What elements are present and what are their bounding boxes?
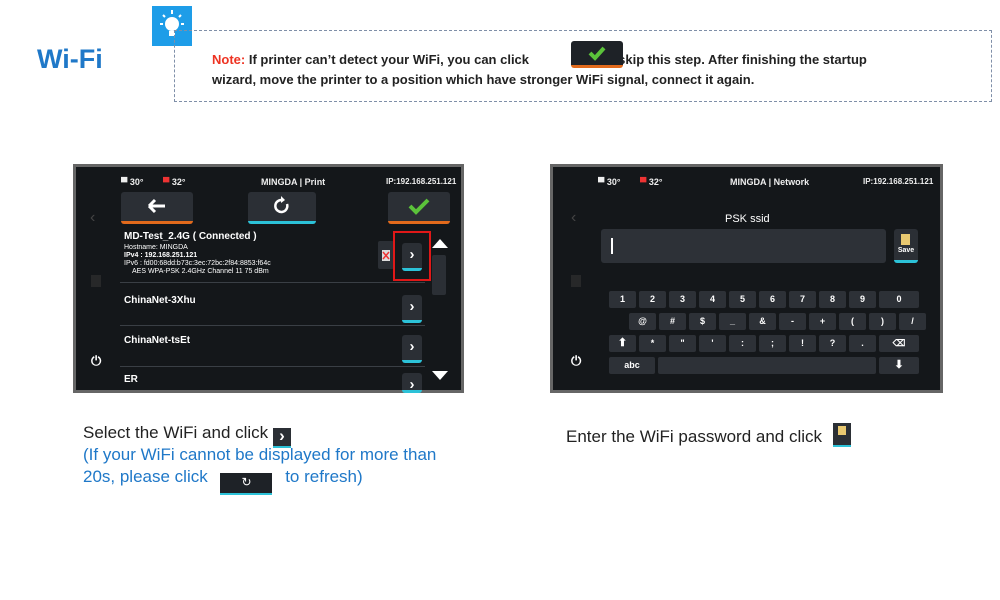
key-asterisk[interactable]: * — [639, 335, 666, 352]
key-1[interactable]: 1 — [609, 291, 636, 308]
key-question[interactable]: ? — [819, 335, 846, 352]
bed-temp: ▀ 32° — [640, 177, 663, 187]
scroll-up-icon[interactable] — [432, 239, 448, 248]
back-button[interactable] — [121, 192, 193, 224]
ip-address: IP:192.168.251.121 — [863, 177, 934, 186]
caption-left-text: Select the WiFi and click — [83, 423, 269, 442]
key-quote[interactable]: " — [669, 335, 696, 352]
key-apostrophe[interactable]: ' — [699, 335, 726, 352]
key-lparen[interactable]: ( — [839, 313, 866, 330]
caption-right-line1: Enter the WiFi password and click — [566, 423, 851, 447]
divider — [120, 325, 425, 326]
key-5[interactable]: 5 — [729, 291, 756, 308]
caption-left-line3a: 20s, please click — [83, 467, 208, 486]
bed-temp: ▀ 32° — [163, 177, 186, 187]
app-grid-icon[interactable] — [91, 275, 101, 287]
divider — [120, 366, 425, 367]
key-slash[interactable]: / — [899, 313, 926, 330]
key-7[interactable]: 7 — [789, 291, 816, 308]
wifi-item-2[interactable]: ChinaNet-tsEt — [124, 335, 190, 346]
caption-right-text: Enter the WiFi password and click — [566, 427, 823, 446]
key-hash[interactable]: # — [659, 313, 686, 330]
refresh-button[interactable] — [248, 192, 316, 224]
page-title: Wi-Fi — [37, 44, 103, 74]
save-icon — [901, 234, 910, 245]
psk-label: PSK ssid — [725, 213, 770, 225]
caption-left-line2: (If your WiFi cannot be displayed for mo… — [83, 445, 437, 464]
wifi-list-screen: ▀ 30° ▀ 32° MINGDA | Print IP:192.168.25… — [73, 164, 464, 393]
app-title: MINGDA | Network — [730, 177, 810, 187]
scrollbar[interactable] — [432, 255, 446, 295]
key-exclamation[interactable]: ! — [789, 335, 816, 352]
key-6[interactable]: 6 — [759, 291, 786, 308]
password-screen: ▀ 30° ▀ 32° MINGDA | Network IP:192.168.… — [550, 164, 943, 393]
key-underscore[interactable]: _ — [719, 313, 746, 330]
key-2[interactable]: 2 — [639, 291, 666, 308]
wifi-item-1-button[interactable]: › — [402, 295, 422, 323]
note-text-b: to skip this step. After finishing the s… — [602, 52, 867, 67]
save-icon — [832, 423, 851, 447]
caption-left-line3: 20s, please click ↻ to refresh) — [83, 467, 363, 495]
ipv6: IPv6 : fd00:68dd:b73c:3ec:72bc:2f84:8853… — [124, 260, 271, 267]
connected-wifi-name[interactable]: MD-Test_2.4G ( Connected ) — [124, 231, 257, 242]
key-minus[interactable]: - — [779, 313, 806, 330]
key-9[interactable]: 9 — [849, 291, 876, 308]
note-line2: wizard, move the printer to a position w… — [212, 72, 755, 87]
key-plus[interactable]: + — [809, 313, 836, 330]
note-line1: Note: If printer can’t detect your WiFi,… — [212, 52, 867, 67]
backspace-key[interactable]: ⌫ — [879, 335, 919, 352]
delete-wifi-button[interactable] — [378, 241, 394, 269]
key-8[interactable]: 8 — [819, 291, 846, 308]
wifi-item-3[interactable]: ER — [124, 374, 138, 385]
highlight-box — [393, 231, 431, 281]
save-button[interactable]: Save — [894, 229, 918, 263]
app-grid-icon[interactable] — [571, 275, 581, 287]
wifi-item-1[interactable]: ChinaNet-3Xhu — [124, 295, 196, 306]
note-label: Note: — [212, 52, 246, 67]
wifi-item-2-button[interactable]: › — [402, 335, 422, 363]
refresh-icon: ↻ — [220, 473, 273, 495]
skip-check-button-illustration — [571, 41, 623, 68]
back-chevron-icon[interactable]: ‹ — [90, 209, 95, 227]
key-at[interactable]: @ — [629, 313, 656, 330]
power-icon[interactable]: ⏻ — [91, 353, 101, 369]
shift-key[interactable]: ⬆ — [609, 335, 636, 352]
save-label: Save — [897, 247, 915, 254]
scroll-down-icon[interactable] — [432, 371, 448, 380]
divider — [120, 282, 425, 283]
caption-left-line3b: to refresh) — [285, 467, 363, 486]
key-period[interactable]: . — [849, 335, 876, 352]
wifi-details: AES WPA-PSK 2.4GHz Channel 11 75 dBm — [132, 268, 269, 275]
hostname: Hostname: MINGDA — [124, 244, 188, 251]
power-icon[interactable]: ⏻ — [571, 353, 581, 369]
key-dollar[interactable]: $ — [689, 313, 716, 330]
text-cursor — [611, 238, 613, 254]
key-colon[interactable]: : — [729, 335, 756, 352]
key-semicolon[interactable]: ; — [759, 335, 786, 352]
back-chevron-icon[interactable]: ‹ — [571, 209, 576, 227]
password-input[interactable] — [601, 229, 886, 263]
key-0[interactable]: 0 — [879, 291, 919, 308]
enter-key[interactable]: ⬇ — [879, 357, 919, 374]
ipv4: IPv4 : 192.168.251.121 — [124, 252, 198, 259]
space-key[interactable] — [658, 357, 876, 374]
key-ampersand[interactable]: & — [749, 313, 776, 330]
key-rparen[interactable]: ) — [869, 313, 896, 330]
nozzle-temp: ▀ 30° — [598, 177, 621, 187]
wifi-item-3-button[interactable]: › — [402, 373, 422, 393]
app-title: MINGDA | Print — [261, 177, 326, 187]
abc-key[interactable]: abc — [609, 357, 655, 374]
ip-address: IP:192.168.251.121 — [386, 177, 457, 186]
note-text-a: If printer can’t detect your WiFi, you c… — [248, 52, 530, 67]
key-4[interactable]: 4 — [699, 291, 726, 308]
nozzle-temp: ▀ 30° — [121, 177, 144, 187]
confirm-check-button[interactable] — [388, 192, 450, 224]
key-3[interactable]: 3 — [669, 291, 696, 308]
